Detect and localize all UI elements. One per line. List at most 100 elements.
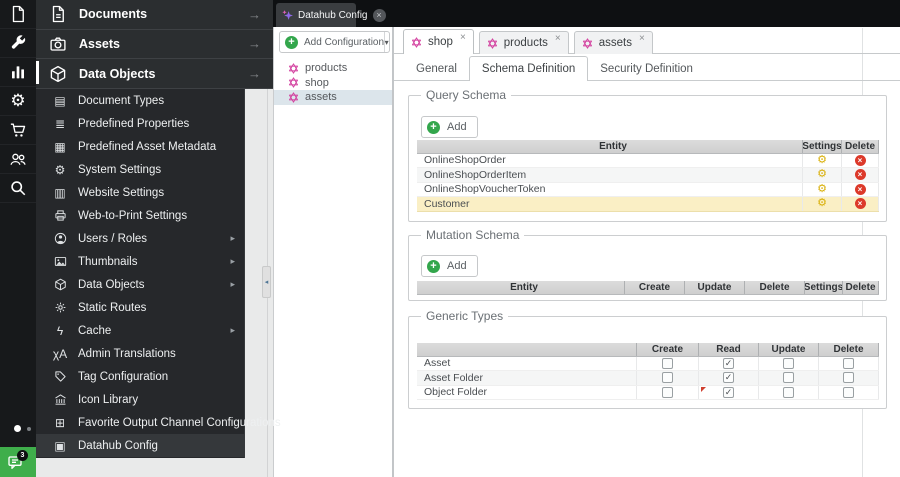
close-icon[interactable]: × [555,33,561,44]
tab-assets[interactable]: assets × [573,31,653,54]
configuration-item-shop[interactable]: shop [274,76,392,91]
subtab-general[interactable]: General [404,57,469,81]
settings-gear-icon[interactable]: ⚙ [817,183,827,195]
generic-type-row[interactable]: Asset Folder ✓ [417,371,879,386]
query-entity-row[interactable]: OnlineShopOrderItem ⚙ × [417,168,879,183]
accordion-header-documents[interactable]: Documents → [36,0,273,30]
dot [27,427,31,431]
editor-panel: shop × products × assets × General Schema Defi… [393,27,900,477]
configuration-item-assets[interactable]: assets [274,90,392,105]
query-entity-row[interactable]: OnlineShopVoucherToken ⚙ × [417,182,879,197]
nav-settings-button[interactable]: ⚙ [0,87,36,116]
delete-icon[interactable]: × [854,154,866,166]
delete-cell [819,371,879,385]
generic-type-row[interactable]: Asset ✓ [417,356,879,371]
cube-icon [52,278,68,292]
menu-item-system-settings[interactable]: ⚙ System Settings [36,158,244,181]
settings-gear-icon[interactable]: ⚙ [817,198,827,209]
dot [14,425,21,432]
nav-tools-button[interactable] [0,29,36,58]
menu-item-favorite-output-channel-configurations[interactable]: ⊞ Favorite Output Channel Configurations [36,411,281,434]
configuration-list: products shop assets [274,61,392,105]
nav-marketing-button[interactable] [0,58,36,87]
delete-icon[interactable]: × [854,183,866,195]
menu-item-predefined-properties[interactable]: ≣ Predefined Properties [36,112,244,135]
plus-icon: + [285,35,298,49]
menu-item-website-settings[interactable]: ▥ Website Settings [36,181,244,204]
nav-file-button[interactable] [0,0,36,29]
delete-icon[interactable]: × [854,198,866,210]
delete-icon[interactable]: × [854,169,866,181]
read-checkbox[interactable]: ✓ [723,372,734,384]
panel-collapse-handle[interactable]: ◂ [262,266,271,298]
close-icon[interactable]: × [639,33,645,44]
menu-item-admin-translations[interactable]: χA Admin Translations [36,342,244,365]
document-types-icon: ▤ [54,93,66,108]
generic-type-row[interactable]: Object Folder ✓ [417,385,879,400]
create-checkbox[interactable] [662,357,673,369]
graphql-config-icon [582,37,593,49]
tab-shop[interactable]: shop × [403,29,474,54]
menu-item-document-types[interactable]: ▤ Document Types [36,89,244,112]
menu-item-cache[interactable]: ϟ Cache ▸ [36,319,244,342]
settings-gear-icon[interactable]: ⚙ [817,154,827,166]
graphql-config-icon [288,63,299,74]
delete-checkbox[interactable] [843,372,854,384]
menu-item-web-to-print-settings[interactable]: Web-to-Print Settings [36,204,244,227]
close-icon[interactable]: × [460,32,466,43]
workspace-tab-datahub-config[interactable]: Datahub Config × [276,3,386,27]
update-checkbox[interactable] [783,372,794,384]
menu-item-label: Favorite Output Channel Configurations [78,416,281,429]
menu-item-static-routes[interactable]: Static Routes [36,296,244,319]
query-entity-row[interactable]: OnlineShopOrder ⚙ × [417,153,879,168]
settings-gear-icon[interactable]: ⚙ [817,169,827,180]
menu-item-predefined-asset-metadata[interactable]: ▦ Predefined Asset Metadata [36,135,244,158]
pimcore-admin-window: ⚙ 3 Documents → Assets → Data Objects → ◂ ▤ Do… [0,0,900,477]
add-configuration-button[interactable]: + Add Configuration ▾ [279,31,390,53]
column-header-entity: Entity [417,281,625,294]
tag-icon [52,370,68,384]
chat-button[interactable]: 3 [0,447,36,477]
mutation-schema-add-button[interactable]: + Add [421,255,478,277]
update-checkbox[interactable] [783,357,794,369]
create-checkbox[interactable] [662,386,673,398]
subtab-schema-definition[interactable]: Schema Definition [468,56,589,81]
menu-item-label: Tag Configuration [78,370,169,383]
update-checkbox[interactable] [783,386,794,398]
submenu-arrow-icon: ▸ [230,256,235,266]
fieldset-legend: Query Schema [421,88,512,102]
create-cell [637,385,699,399]
nav-customers-button[interactable] [0,145,36,174]
column-header-create: Create [625,281,685,294]
delete-checkbox[interactable] [843,386,854,398]
update-cell [759,356,819,370]
menu-item-icon-library[interactable]: Icon Library [36,388,244,411]
delete-checkbox[interactable] [843,357,854,369]
subtab-security-definition[interactable]: Security Definition [588,57,705,81]
query-entity-row[interactable]: Customer ⚙ × [417,197,879,212]
read-checkbox[interactable]: ✓ [723,357,734,369]
tab-products[interactable]: products × [478,31,569,54]
accordion-header-data-objects[interactable]: Data Objects → [36,59,273,89]
configuration-item-products[interactable]: products [274,61,392,76]
read-checkbox[interactable]: ✓ [723,386,734,398]
query-schema-add-button[interactable]: + Add [421,116,478,138]
nav-ecommerce-button[interactable] [0,116,36,145]
menu-item-tag-configuration[interactable]: Tag Configuration [36,365,244,388]
nav-search-button[interactable] [0,174,36,203]
properties-icon: ≣ [54,116,66,131]
menu-item-datahub-config[interactable]: ▣ Datahub Config [36,434,244,457]
column-header-blank [417,343,637,356]
accordion-header-assets[interactable]: Assets → [36,30,273,60]
menu-item-users-roles[interactable]: Users / Roles ▸ [36,227,244,250]
grid-plus-icon: ⊞ [54,415,66,430]
workspace-tab-label: Datahub Config [298,9,368,21]
create-checkbox[interactable] [662,372,673,384]
menu-item-thumbnails[interactable]: Thumbnails ▸ [36,250,244,273]
wrench-icon [9,34,27,52]
close-icon[interactable]: × [372,8,386,22]
chevron-down-icon[interactable]: ▾ [384,38,389,47]
workspace-tab-bar: Datahub Config × [273,0,900,27]
menu-item-data-objects[interactable]: Data Objects ▸ [36,273,244,296]
menu-item-label: Cache [78,324,112,337]
